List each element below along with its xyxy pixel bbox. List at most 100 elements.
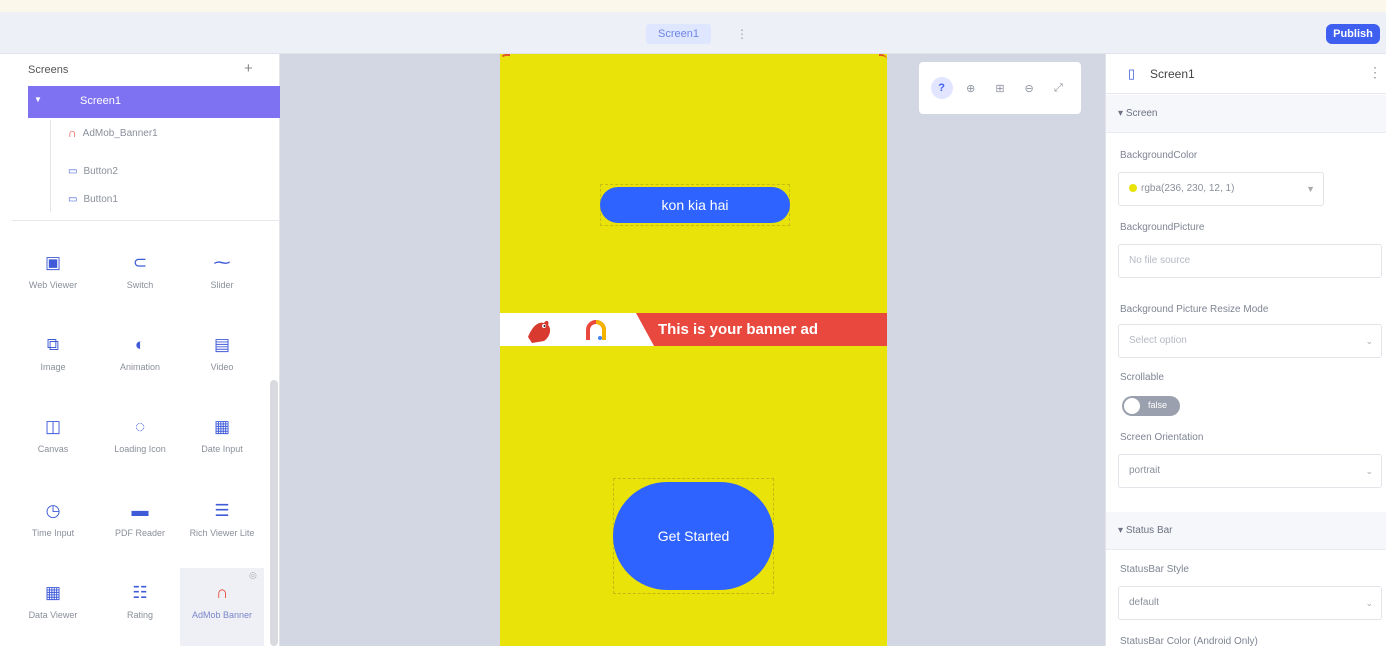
component-slider[interactable]: ⁓ Slider [188, 252, 256, 291]
header-bar: Screen1 ⋮ Publish [0, 14, 1386, 54]
zoom-out-icon[interactable]: ⊖ [1018, 77, 1040, 99]
more-vertical-icon[interactable]: ⋮ [1368, 64, 1382, 81]
button-icon: ▭ [68, 165, 78, 177]
admob-icon: ∩ [68, 126, 77, 140]
component-canvas[interactable]: ◫ Canvas [19, 416, 87, 455]
component-time-input[interactable]: ◷ Time Input [19, 500, 87, 539]
status-style-label: StatusBar Style [1120, 564, 1189, 575]
design-canvas[interactable]: kon kia hai This is your banner ad Get S… [280, 54, 1105, 646]
add-screen-button[interactable]: + [244, 60, 253, 77]
admob-icon: ∩ [215, 583, 229, 602]
rating-icon: ☷ [132, 583, 148, 602]
admob-banner[interactable]: This is your banner ad [500, 313, 887, 346]
section-screen[interactable]: ▾ Screen [1106, 95, 1386, 133]
component-data-viewer[interactable]: ▦ Data Viewer [19, 582, 87, 621]
image-icon: ⧉ [46, 335, 60, 354]
top-strip [0, 0, 1386, 14]
animation-icon: ◐ [134, 335, 146, 354]
zoom-in-icon[interactable]: ⊕ [960, 77, 982, 99]
toggle-knob [1124, 398, 1140, 414]
component-switch[interactable]: ⊂ Switch [106, 252, 174, 291]
canvas-toolbar: ? ⊕ ⊞ ⊖ ⤢ [919, 62, 1081, 114]
component-rich-viewer-lite[interactable]: ☰ Rich Viewer Lite [188, 500, 256, 539]
caret-down-icon: ▾ [1118, 525, 1124, 536]
section-status-bar[interactable]: ▾ Status Bar [1106, 512, 1386, 550]
bg-color-field[interactable]: rgba(236, 230, 12, 1) ▼ [1118, 172, 1324, 206]
component-loading-icon[interactable]: ◌ Loading Icon [106, 416, 174, 455]
tree-item-button2[interactable]: ▭ Button2 [68, 160, 118, 182]
component-rating[interactable]: ☷ Rating [106, 582, 174, 621]
bg-picture-field[interactable]: No file source [1118, 244, 1382, 278]
canvas-icon: ◫ [44, 417, 62, 436]
date-input-icon: ▦ [213, 417, 231, 436]
field-placeholder: Select option [1129, 335, 1187, 346]
chevron-down-icon: ⌄ [1365, 466, 1373, 476]
tab-screen1[interactable]: Screen1 [646, 24, 711, 44]
fullscreen-icon[interactable]: ⤢ [1047, 77, 1069, 99]
button2[interactable]: kon kia hai [600, 187, 790, 223]
tree-guide-line [50, 120, 51, 212]
properties-header: ▯ Screen1 ⋮ [1106, 54, 1386, 94]
bg-mode-label: Background Picture Resize Mode [1120, 304, 1269, 315]
screens-title: Screens [28, 64, 69, 76]
section-title: Screen [1125, 108, 1158, 119]
tree-item-label: Screen1 [80, 95, 121, 107]
info-icon[interactable]: ◎ [249, 570, 257, 581]
banner-text: This is your banner ad [658, 321, 819, 338]
bg-color-label: BackgroundColor [1120, 150, 1198, 161]
field-value: default [1129, 597, 1160, 608]
properties-title: Screen1 [1150, 67, 1195, 81]
chevron-down-icon: ⌄ [1365, 336, 1373, 346]
tree-item-screen1[interactable]: ▼ Screen1 [28, 86, 280, 118]
publish-button[interactable]: Publish [1326, 24, 1380, 44]
tree-item-button1[interactable]: ▭ Button1 [68, 188, 118, 210]
loading-icon: ◌ [134, 417, 146, 436]
left-panel: Screens + ▼ Screen1 ∩ AdMob_Banner1 ▭ Bu… [0, 54, 280, 646]
section-title: Status Bar [1125, 525, 1173, 536]
color-value: rgba(236, 230, 12, 1) [1141, 183, 1235, 194]
properties-panel: ▯ Screen1 ⋮ ▾ Screen BackgroundColor rgb… [1105, 54, 1386, 646]
button1[interactable]: Get Started [613, 482, 774, 590]
caret-down-icon: ▾ [1118, 108, 1124, 119]
pdf-reader-icon: ▬ [131, 501, 149, 520]
more-icon[interactable]: ⋮ [736, 24, 748, 44]
component-pdf-reader[interactable]: ▬ PDF Reader [106, 500, 174, 539]
bird-mascot-icon [528, 320, 551, 343]
component-video[interactable]: ▤ Video [188, 334, 256, 373]
screens-header: Screens + [0, 54, 280, 86]
status-color-label: StatusBar Color (Android Only) [1120, 636, 1258, 646]
rich-viewer-icon: ☰ [214, 501, 230, 520]
tree-item-label: AdMob_Banner1 [82, 127, 158, 139]
field-placeholder: No file source [1129, 255, 1191, 266]
fit-icon[interactable]: ⊞ [989, 77, 1011, 99]
caret-down-icon[interactable]: ▼ [34, 95, 42, 104]
admob-logo-icon [586, 320, 606, 340]
tree-item-label: Button1 [83, 193, 118, 205]
component-image[interactable]: ⧉ Image [19, 334, 87, 373]
data-viewer-icon: ▦ [44, 583, 62, 602]
component-animation[interactable]: ◐ Animation [106, 334, 174, 373]
scrollable-label: Scrollable [1120, 372, 1164, 383]
orientation-label: Screen Orientation [1120, 432, 1204, 443]
tree-item-label: Button2 [83, 165, 118, 177]
component-web-viewer[interactable]: ▣ Web Viewer [19, 252, 87, 291]
status-style-select[interactable]: default ⌄ [1118, 586, 1382, 620]
web-viewer-icon: ▣ [44, 253, 62, 272]
time-input-icon: ◷ [45, 501, 61, 520]
video-icon: ▤ [213, 335, 231, 354]
component-date-input[interactable]: ▦ Date Input [188, 416, 256, 455]
scrollable-toggle[interactable]: false [1122, 396, 1180, 416]
field-value: portrait [1129, 465, 1161, 476]
bg-mode-select[interactable]: Select option ⌄ [1118, 324, 1382, 358]
chevron-down-icon: ▼ [1306, 184, 1315, 194]
screen-icon: ▯ [1128, 66, 1136, 81]
slider-icon: ⁓ [213, 253, 231, 272]
toggle-label: false [1148, 400, 1168, 410]
chevron-down-icon: ⌄ [1365, 598, 1373, 608]
help-icon[interactable]: ? [930, 77, 953, 99]
orientation-select[interactable]: portrait ⌄ [1118, 454, 1382, 488]
screen-preview[interactable]: kon kia hai This is your banner ad Get S… [500, 54, 887, 646]
left-panel-scrollbar[interactable] [270, 380, 278, 646]
divider [12, 220, 280, 221]
tree-item-admob-banner1[interactable]: ∩ AdMob_Banner1 [68, 122, 158, 144]
